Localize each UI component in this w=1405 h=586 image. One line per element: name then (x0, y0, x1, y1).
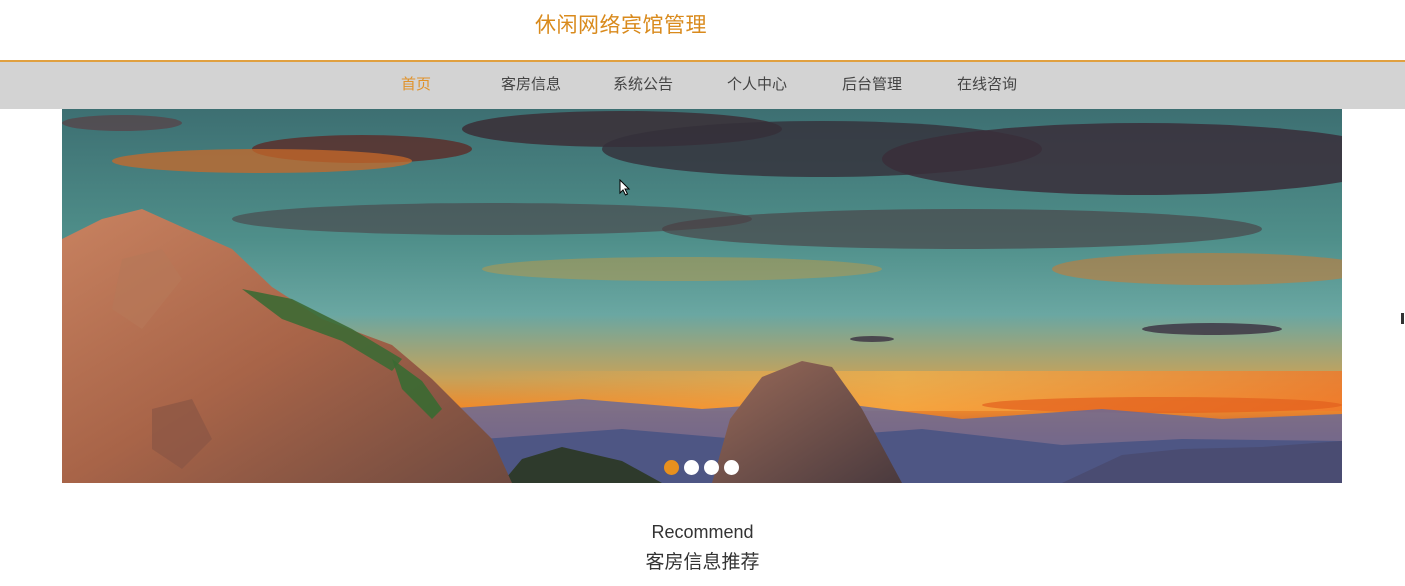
recommend-title-en: Recommend (651, 522, 754, 542)
nav-item-home[interactable]: 首页 (401, 62, 431, 109)
nav-item-rooms[interactable]: 客房信息 (501, 62, 561, 109)
carousel-banner[interactable] (62, 109, 1342, 483)
nav-item-consult[interactable]: 在线咨询 (957, 62, 1017, 109)
nav-item-profile[interactable]: 个人中心 (727, 62, 787, 109)
carousel-dot-4[interactable] (724, 460, 739, 475)
nav-item-admin[interactable]: 后台管理 (842, 62, 902, 109)
recommend-title-zh: 客房信息推荐 (645, 551, 760, 573)
scroll-edge-marker (1401, 313, 1404, 324)
banner-image (62, 109, 1342, 483)
carousel-dot-2[interactable] (684, 460, 699, 475)
carousel-dot-3[interactable] (704, 460, 719, 475)
site-title[interactable]: 休闲网络宾馆管理 (535, 9, 707, 39)
carousel-dot-1[interactable] (664, 460, 679, 475)
mouse-cursor-icon (619, 178, 631, 201)
main-nav: 首页 客房信息 系统公告 个人中心 后台管理 在线咨询 (0, 62, 1405, 109)
nav-item-announcements[interactable]: 系统公告 (613, 62, 673, 109)
site-header: 休闲网络宾馆管理 (0, 0, 1405, 62)
